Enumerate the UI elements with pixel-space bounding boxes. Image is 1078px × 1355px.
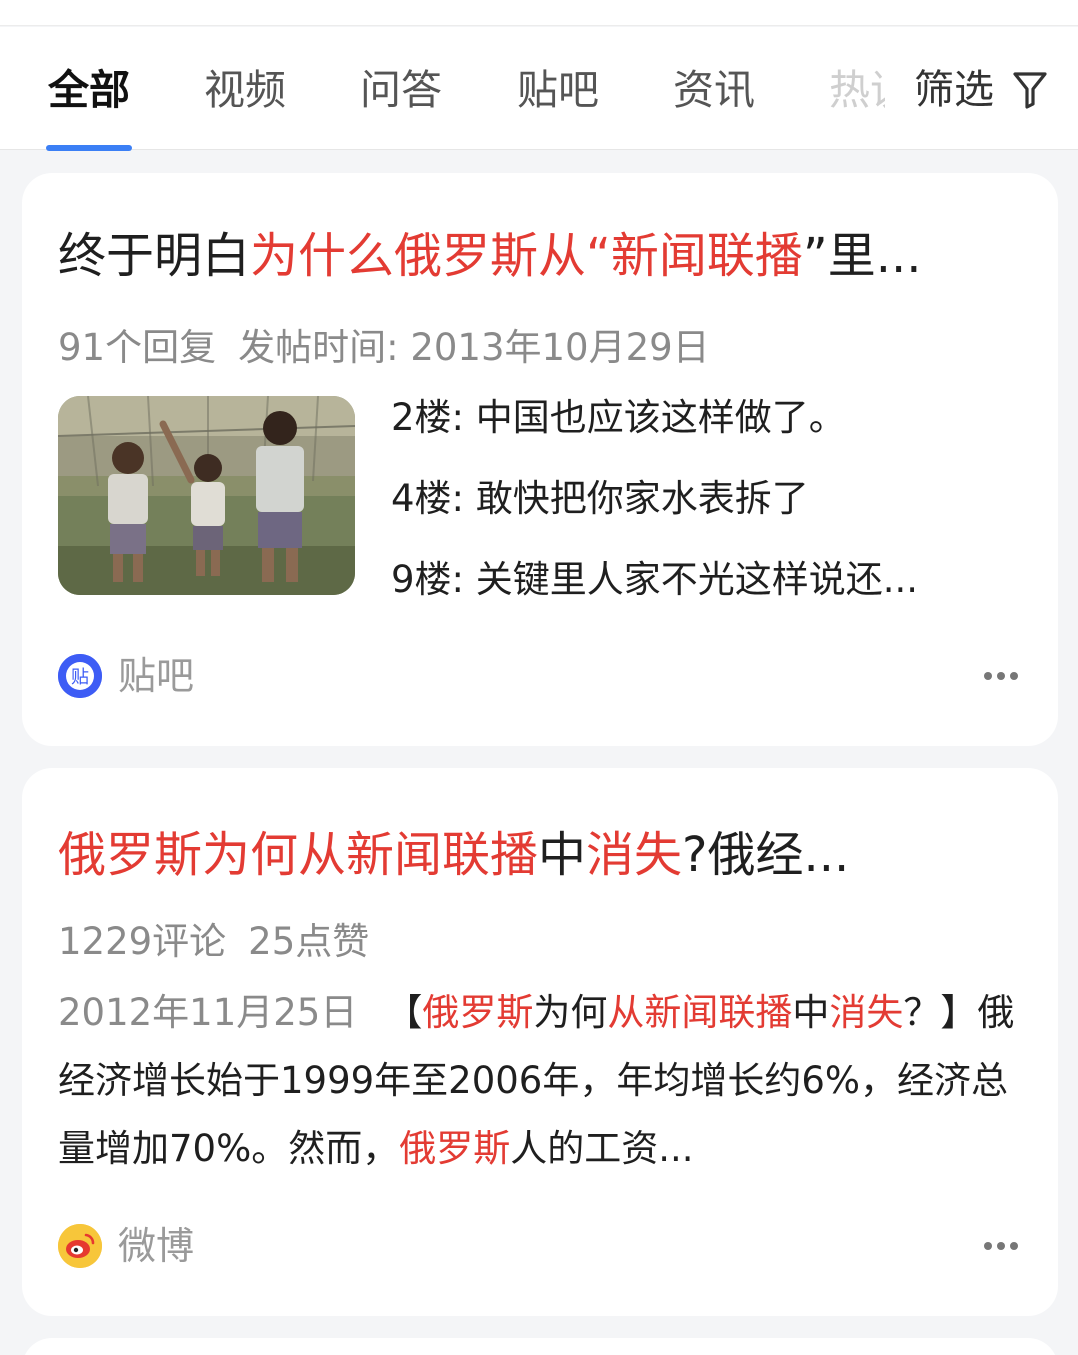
status-bar-area <box>0 0 1078 26</box>
tab-qa[interactable]: 问答 <box>360 64 442 116</box>
result-source[interactable]: 贴 贴吧 <box>58 651 194 701</box>
highlight-text: 为什么俄罗斯从“ <box>250 228 611 284</box>
tieba-icon: 贴 <box>58 654 102 698</box>
active-tab-indicator <box>46 145 132 151</box>
plain-text: 为何 <box>533 991 608 1034</box>
comment-count: 1229评论 <box>58 920 227 963</box>
result-title[interactable]: 俄罗斯为何从新闻联播中消失?俄经... <box>58 824 958 886</box>
tab-news[interactable]: 资讯 <box>673 64 755 116</box>
filter-label: 筛选 <box>914 67 994 113</box>
plain-text: 中 <box>792 991 830 1034</box>
plain-text: 中 <box>538 827 587 883</box>
highlight-text: 俄罗斯 <box>399 1127 511 1170</box>
result-source[interactable]: 微博 <box>58 1221 194 1271</box>
tab-video[interactable]: 视频 <box>204 64 286 116</box>
highlight-text: 俄罗斯为何从新闻联播 <box>58 827 539 883</box>
floor-reply: 4楼: 敢快把你家水表拆了 <box>391 477 809 520</box>
plain-text: 终于明白 <box>58 228 251 284</box>
plain-text: ”里... <box>802 228 922 284</box>
result-card[interactable]: 终于明白为什么俄罗斯从“新闻联播”里... 91个回复 发帖时间: 2013年10… <box>22 173 1058 746</box>
plain-text: 【 <box>385 991 423 1034</box>
result-card[interactable]: 俄罗斯为何从新闻联播中消失?俄经... 1229评论 25点赞 2012年11月2… <box>22 768 1058 1316</box>
result-title[interactable]: 终于明白为什么俄罗斯从“新闻联播”里... <box>58 225 1018 287</box>
result-meta: 91个回复 发帖时间: 2013年10月29日 <box>58 325 710 371</box>
weibo-icon <box>58 1224 102 1268</box>
source-label: 贴吧 <box>118 654 195 698</box>
filter-button[interactable]: 筛选 <box>896 27 1078 149</box>
plain-text: 人的工资... <box>510 1127 694 1170</box>
result-meta: 1229评论 25点赞 <box>58 919 369 965</box>
result-snippet: 2012年11月25日 【俄罗斯为何从新闻联播中消失？】俄经济增长始于1999年至… <box>58 979 1028 1183</box>
post-time: 发帖时间: 2013年10月29日 <box>238 326 710 369</box>
tab-hot[interactable]: 热议 <box>829 64 885 116</box>
highlight-text: 新闻联播 <box>610 228 803 284</box>
highlight-text: 消失 <box>829 991 904 1034</box>
source-label: 微博 <box>118 1224 195 1268</box>
reply-count: 91个回复 <box>58 326 217 369</box>
svg-text:贴: 贴 <box>71 667 89 688</box>
tab-tieba[interactable]: 贴吧 <box>517 64 599 116</box>
filter-funnel-icon <box>1013 72 1047 109</box>
floor-reply: 2楼: 中国也应该这样做了。 <box>391 396 846 439</box>
tab-all[interactable]: 全部 <box>48 64 130 116</box>
three-children-photo <box>58 396 355 595</box>
snippet-date: 2012年11月25日 <box>58 991 358 1034</box>
highlight-text: 从新闻联播 <box>607 991 793 1034</box>
search-tab-bar: 全部 视频 问答 贴吧 资讯 热议 筛选 <box>0 27 1078 151</box>
highlight-text: 消失 <box>586 827 683 883</box>
like-count: 25点赞 <box>248 920 370 963</box>
result-card[interactable] <box>22 1338 1058 1355</box>
more-dots-icon[interactable] <box>984 1242 1018 1252</box>
result-thumbnail[interactable] <box>58 396 355 595</box>
highlight-text: 俄罗斯 <box>422 991 534 1034</box>
more-dots-icon[interactable] <box>984 672 1018 682</box>
floor-reply: 9楼: 关键里人家不光这样说还... <box>391 558 919 601</box>
plain-text: ?俄经... <box>682 827 850 883</box>
